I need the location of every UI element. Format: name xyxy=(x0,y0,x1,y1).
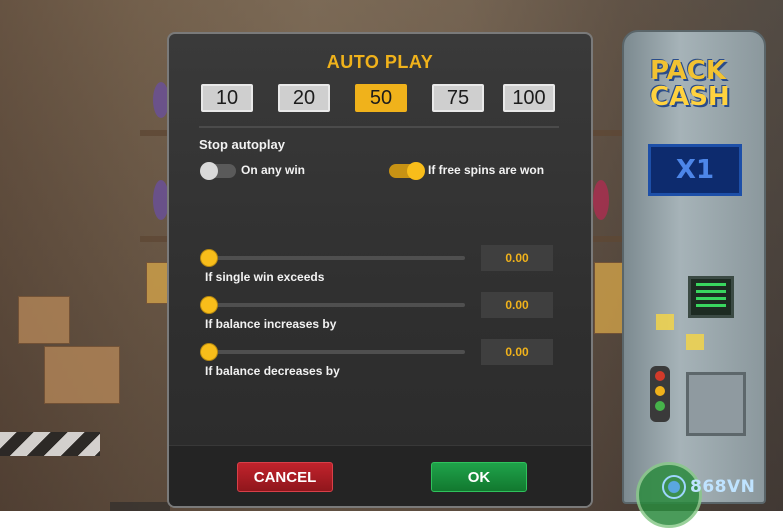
balance-decrease-slider-track[interactable] xyxy=(207,350,465,354)
watermark-text: 868VN xyxy=(690,477,756,497)
machine-slot xyxy=(686,372,746,436)
single-win-value: 0.00 xyxy=(481,245,553,271)
on-any-win-label: On any win xyxy=(241,163,306,177)
balance-increase-slider-track[interactable] xyxy=(207,303,465,307)
balance-decrease-slider-handle[interactable] xyxy=(201,344,217,360)
multiplier-display: X1 xyxy=(648,144,742,196)
background-shelf xyxy=(592,236,622,242)
autoplay-dialog: AUTO PLAY 10 20 50 75 100 Stop autoplay … xyxy=(167,32,593,508)
balance-increase-value: 0.00 xyxy=(481,292,553,318)
spin-count-10-button[interactable]: 10 xyxy=(201,84,253,112)
single-win-slider-handle[interactable] xyxy=(201,250,217,266)
stop-autoplay-label: Stop autoplay xyxy=(199,137,285,152)
background-barrier xyxy=(0,432,100,456)
balance-increase-label: If balance increases by xyxy=(205,317,337,331)
background-box xyxy=(44,346,120,404)
machine-lights xyxy=(650,366,670,422)
balance-decrease-label: If balance decreases by xyxy=(205,364,340,378)
background-box xyxy=(18,296,70,344)
cancel-button[interactable]: CANCEL xyxy=(237,462,333,492)
game-logo: PACK CASH xyxy=(650,56,730,112)
single-win-slider-track[interactable] xyxy=(207,256,465,260)
background-shelf xyxy=(140,130,170,136)
free-spins-won-toggle[interactable] xyxy=(389,162,425,180)
balance-decrease-value: 0.00 xyxy=(481,339,553,365)
divider xyxy=(199,126,559,128)
balance-increase-slider-handle[interactable] xyxy=(201,297,217,313)
machine-screen xyxy=(688,276,734,318)
single-win-label: If single win exceeds xyxy=(205,270,325,284)
dialog-title: AUTO PLAY xyxy=(326,52,434,72)
spin-count-20-button[interactable]: 20 xyxy=(278,84,330,112)
dialog-footer xyxy=(169,445,591,506)
sticky-note xyxy=(656,314,674,330)
sticky-note xyxy=(686,334,704,350)
shield-icon xyxy=(662,475,686,499)
watermark: 868VN xyxy=(662,474,755,500)
on-any-win-toggle[interactable] xyxy=(200,162,236,180)
background-ball xyxy=(593,180,609,220)
balance-label-partial xyxy=(110,502,170,511)
background-shelf xyxy=(592,130,622,136)
spin-count-50-button[interactable]: 50 xyxy=(355,84,407,112)
spin-count-75-button[interactable]: 75 xyxy=(432,84,484,112)
background-shelf xyxy=(140,236,170,242)
free-spins-won-label: If free spins are won xyxy=(428,163,545,177)
spin-count-100-button[interactable]: 100 xyxy=(503,84,555,112)
ok-button[interactable]: OK xyxy=(431,462,527,492)
